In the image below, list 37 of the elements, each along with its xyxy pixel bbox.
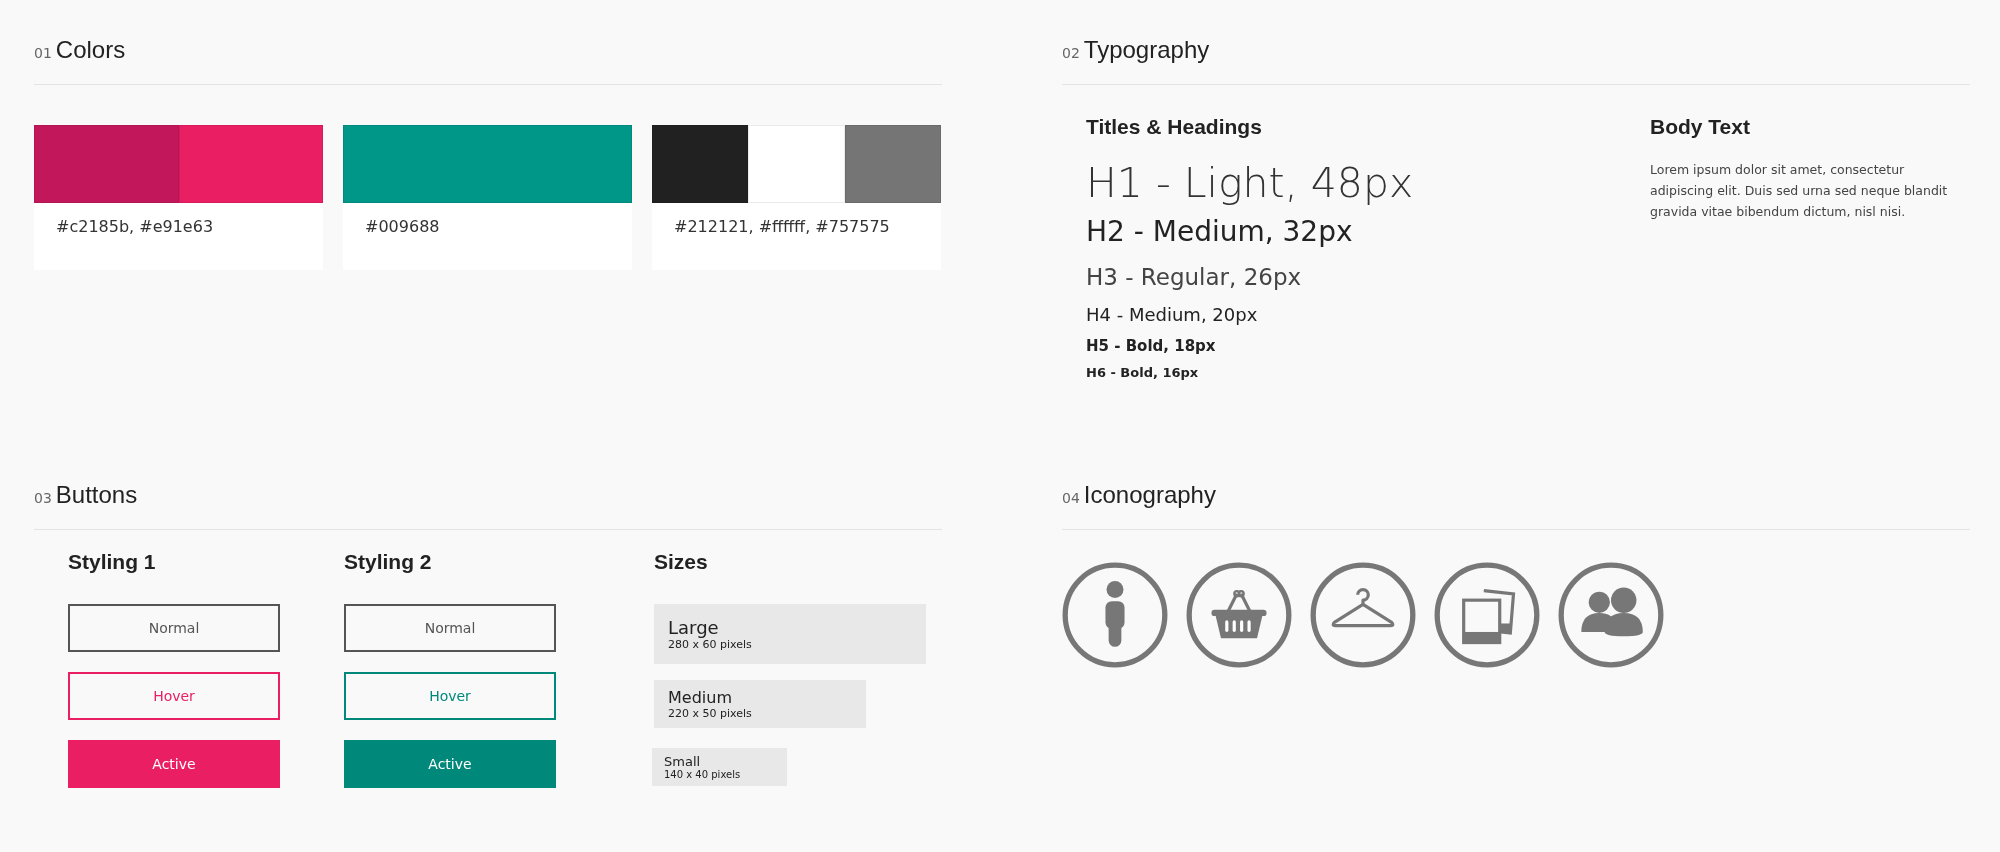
subheading: Styling 1 (68, 550, 156, 574)
heading-sample: H3 - Regular, 26px (1086, 264, 1303, 290)
section-title: Typography (1083, 36, 1210, 64)
heading-sample: H6 - Bold, 16px (1086, 365, 1200, 380)
active-button[interactable]: Active (68, 740, 280, 788)
large-size-button[interactable]: Large 280 x 60 pixels (654, 604, 926, 664)
normal-button[interactable]: Normal (68, 604, 280, 652)
medium-size-button[interactable]: Medium 220 x 50 pixels (654, 680, 866, 728)
body-text: Lorem ipsum dolor sit amet, consectetur adipiscing elit. Duis sed urna sed neque blandit gravida vitae bibendum dictum, nisl nisi. (1650, 161, 1949, 221)
heading-sample: H5 - Bold, 18px (1086, 337, 1217, 355)
heading-sample: H4 - Medium, 20px (1086, 304, 1259, 325)
heading-sample: H2 - Medium, 32px (1086, 215, 1354, 248)
subheading: Styling 2 (344, 550, 432, 574)
person-icon (1062, 562, 1168, 668)
subheading: Sizes (654, 550, 708, 574)
section-title: Buttons (55, 481, 138, 509)
hanger-icon (1310, 562, 1416, 668)
active-button[interactable]: Active (344, 740, 556, 788)
heading-sample: H1 - Light, 48px (1086, 159, 1415, 207)
section-number: 03 (34, 490, 52, 506)
section-title: Iconography (1083, 481, 1216, 509)
section-title: Colors (55, 36, 126, 64)
basket-icon (1186, 562, 1292, 668)
color-code: #009688 (364, 216, 441, 238)
subheading: Body Text (1650, 115, 1751, 139)
hover-button[interactable]: Hover (68, 672, 280, 720)
section-number: 01 (34, 45, 52, 61)
color-code: #212121, #ffffff, #757575 (673, 216, 891, 238)
section-number: 04 (1062, 490, 1080, 506)
photos-icon (1434, 562, 1540, 668)
color-code: #c2185b, #e91e63 (55, 216, 215, 238)
hover-button[interactable]: Hover (344, 672, 556, 720)
small-size-button[interactable]: Small 140 x 40 pixels (652, 748, 787, 786)
users-icon (1558, 562, 1664, 668)
subheading: Titles & Headings (1086, 115, 1263, 139)
normal-button[interactable]: Normal (344, 604, 556, 652)
section-number: 02 (1062, 45, 1080, 61)
